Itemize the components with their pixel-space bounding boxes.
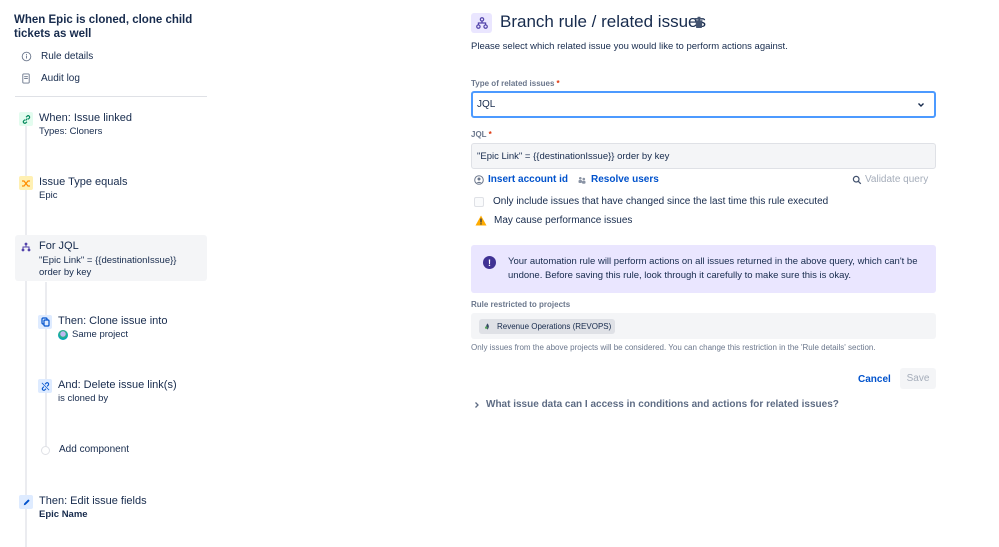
info-message: Your automation rule will perform action… bbox=[508, 256, 918, 281]
delete-trash-icon[interactable] bbox=[693, 16, 707, 30]
branch-icon bbox=[19, 240, 33, 254]
chevron-right-icon bbox=[473, 401, 481, 409]
resolve-users-link[interactable]: Resolve users bbox=[577, 174, 659, 185]
insert-account-id-link[interactable]: Insert account id bbox=[474, 174, 568, 185]
rule-sidebar: When Epic is cloned, clone child tickets… bbox=[0, 0, 215, 547]
restricted-projects-field: Revenue Operations (REVOPS) bbox=[471, 313, 936, 339]
add-component-button[interactable]: Add component bbox=[41, 444, 161, 458]
step-subtitle: Types: Cloners bbox=[39, 126, 103, 137]
pencil-icon bbox=[19, 495, 33, 509]
only-changed-checkbox[interactable] bbox=[474, 196, 484, 207]
user-avatar-icon bbox=[474, 174, 484, 185]
info-icon bbox=[20, 50, 32, 62]
divider bbox=[15, 96, 207, 97]
panel-description: Please select which related issue you wo… bbox=[471, 41, 788, 52]
jql-label: JQL * bbox=[471, 130, 492, 139]
step-branch-jql[interactable]: For JQL "Epic Link" = {{destinationIssue… bbox=[15, 235, 207, 281]
step-subtitle-row: Same project bbox=[58, 329, 128, 341]
people-icon bbox=[577, 175, 587, 185]
step-clone-issue[interactable]: Then: Clone issue into Same project bbox=[38, 315, 208, 345]
link-label: Insert account id bbox=[488, 174, 569, 185]
nav-label: Rule details bbox=[41, 50, 94, 62]
step-subtitle: Same project bbox=[72, 329, 128, 340]
performance-warning: May cause performance issues bbox=[475, 215, 632, 226]
project-avatar-icon bbox=[483, 322, 492, 331]
project-avatar-icon bbox=[58, 330, 68, 340]
add-component-label: Add component bbox=[59, 444, 130, 455]
step-title: Then: Edit issue fields bbox=[39, 495, 147, 507]
validate-query-button[interactable]: Validate query bbox=[852, 174, 928, 185]
branch-timeline-line bbox=[45, 282, 47, 452]
document-icon bbox=[20, 72, 32, 84]
step-condition[interactable]: Issue Type equals Epic bbox=[19, 176, 199, 206]
project-tag: Revenue Operations (REVOPS) bbox=[479, 319, 616, 334]
rule-title: When Epic is cloned, clone child tickets… bbox=[14, 14, 193, 40]
copy-icon bbox=[38, 315, 52, 329]
validate-label: Validate query bbox=[865, 174, 929, 185]
restricted-help-text: Only issues from the above projects will… bbox=[471, 343, 876, 352]
step-trigger[interactable]: When: Issue linked Types: Cloners bbox=[19, 112, 199, 142]
type-label-text: Type of related issues bbox=[471, 79, 555, 88]
only-changed-checkbox-row[interactable]: Only include issues that have changed si… bbox=[474, 196, 828, 207]
step-title: For JQL bbox=[39, 240, 79, 252]
step-subtitle: Epic bbox=[39, 190, 58, 201]
restricted-label: Rule restricted to projects bbox=[471, 300, 571, 309]
jql-label-text: JQL bbox=[471, 130, 487, 139]
shuffle-icon bbox=[19, 176, 33, 190]
select-value: JQL bbox=[477, 99, 496, 110]
step-title: And: Delete issue link(s) bbox=[58, 379, 177, 391]
link-label: Resolve users bbox=[591, 174, 659, 185]
step-subtitle: "Epic Link" = {{destinationIssue}} bbox=[39, 255, 177, 266]
warning-text: May cause performance issues bbox=[494, 215, 633, 226]
info-banner: ! Your automation rule will perform acti… bbox=[471, 245, 936, 293]
warning-icon bbox=[475, 215, 487, 226]
required-asterisk: * bbox=[488, 130, 492, 139]
related-issue-type-select[interactable]: JQL bbox=[471, 91, 936, 118]
step-subtitle-line2: order by key bbox=[39, 267, 92, 278]
project-name: Revenue Operations (REVOPS) bbox=[497, 322, 612, 331]
chevron-down-icon bbox=[917, 101, 925, 109]
jql-input[interactable]: "Epic Link" = {{destinationIssue}} order… bbox=[471, 143, 936, 169]
step-title: Issue Type equals bbox=[39, 176, 128, 188]
panel-title: Branch rule / related issues bbox=[500, 12, 706, 31]
add-circle-icon bbox=[41, 446, 50, 455]
nav-audit-log[interactable]: Audit log bbox=[20, 72, 80, 84]
nav-label: Audit log bbox=[41, 72, 80, 84]
save-button[interactable]: Save bbox=[900, 368, 936, 389]
exclamation-icon: ! bbox=[483, 256, 496, 269]
faq-label: What issue data can I access in conditio… bbox=[486, 399, 839, 410]
step-title: When: Issue linked bbox=[39, 112, 132, 124]
unlink-icon bbox=[38, 379, 52, 393]
step-subtitle: is cloned by bbox=[58, 393, 109, 404]
faq-expander[interactable]: What issue data can I access in conditio… bbox=[473, 399, 839, 410]
search-icon bbox=[852, 175, 862, 185]
step-edit-fields[interactable]: Then: Edit issue fields Epic Name bbox=[19, 495, 199, 525]
cancel-button[interactable]: Cancel bbox=[851, 369, 898, 389]
nav-rule-details[interactable]: Rule details bbox=[20, 50, 93, 62]
checkbox-label: Only include issues that have changed si… bbox=[493, 196, 829, 207]
link-icon bbox=[19, 112, 33, 126]
step-title: Then: Clone issue into bbox=[58, 315, 168, 327]
branch-icon bbox=[471, 13, 492, 33]
required-asterisk: * bbox=[556, 79, 560, 88]
step-subtitle: Epic Name bbox=[39, 509, 88, 520]
type-label: Type of related issues * bbox=[471, 79, 560, 88]
step-delete-link[interactable]: And: Delete issue link(s) is cloned by bbox=[38, 379, 208, 409]
